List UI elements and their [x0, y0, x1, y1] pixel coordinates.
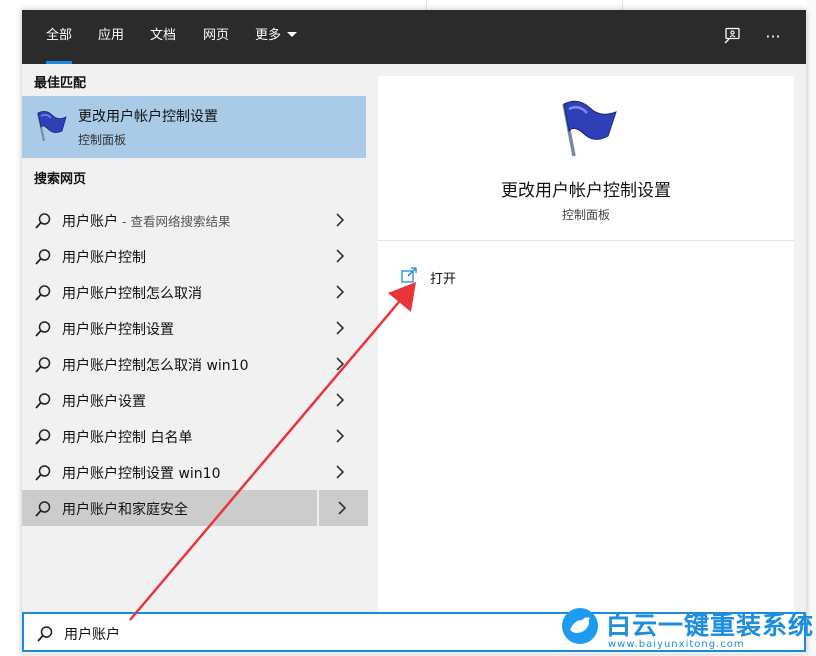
best-match-item[interactable]: 更改用户帐户控制设置 控制面板	[22, 96, 366, 158]
chevron-right-icon	[336, 357, 345, 371]
web-result-label: 用户账户 - 查看网络搜索结果	[62, 211, 230, 231]
web-result-text: 用户账户控制怎么取消	[62, 286, 202, 302]
watermark-text: 白云一键重装系统	[606, 611, 815, 640]
expand-result-button[interactable]	[317, 490, 368, 526]
tab-apps[interactable]: 应用	[98, 10, 124, 64]
start-search-panel: 全部 应用 文档 网页 更多 ··· 最佳匹配 更改用户帐户控制设置 控制面板 …	[22, 10, 806, 654]
web-result-text: 用户账户控制 白名单	[62, 430, 193, 446]
watermark-url: www.baiyunxitong.com	[608, 639, 745, 650]
expand-result-button[interactable]	[317, 418, 366, 454]
best-match-title: 更改用户帐户控制设置	[78, 109, 218, 125]
search-icon	[35, 429, 51, 445]
web-search-heading: 搜索网页	[34, 172, 87, 187]
expand-result-button[interactable]	[317, 238, 366, 274]
chevron-right-icon	[336, 321, 345, 335]
open-icon[interactable]	[400, 266, 418, 284]
feedback-icon[interactable]	[722, 27, 742, 47]
expand-result-button[interactable]	[317, 202, 366, 238]
expand-result-button[interactable]	[317, 454, 366, 490]
web-result-label: 用户账户控制	[62, 247, 146, 267]
web-result-label: 用户账户控制设置	[62, 319, 174, 339]
web-result-item[interactable]: 用户账户控制设置 win10	[22, 454, 366, 490]
flag-icon	[562, 100, 617, 157]
watermark: 白云一键重装系统 www.baiyunxitong.com	[562, 606, 813, 654]
search-icon	[35, 393, 51, 409]
bg-divider	[426, 0, 427, 10]
preview-title: 更改用户帐户控制设置	[501, 181, 671, 201]
search-icon	[37, 626, 53, 642]
chevron-right-icon	[336, 429, 345, 443]
search-icon	[35, 285, 51, 301]
preview-subtitle: 控制面板	[561, 208, 610, 222]
chevron-right-icon	[336, 249, 345, 263]
web-result-item[interactable]: 用户账户控制怎么取消	[22, 274, 366, 310]
search-icon	[35, 213, 51, 229]
flag-icon	[36, 111, 67, 142]
chevron-right-icon	[336, 393, 345, 407]
web-result-item[interactable]: 用户账户控制设置	[22, 310, 366, 346]
web-result-label: 用户账户和家庭安全	[62, 499, 188, 519]
web-result-item[interactable]: 用户账户控制 白名单	[22, 418, 366, 454]
web-result-label: 用户账户控制怎么取消	[62, 283, 202, 303]
web-result-label: 用户账户控制设置 win10	[62, 463, 220, 483]
open-action[interactable]: 打开	[430, 268, 456, 287]
web-result-label: 用户账户控制 白名单	[62, 427, 192, 447]
search-icon	[35, 357, 51, 373]
best-match-heading: 最佳匹配	[34, 76, 87, 91]
web-result-label: 用户账户控制怎么取消 win10	[62, 355, 248, 375]
tab-documents[interactable]: 文档	[150, 10, 176, 64]
web-result-item[interactable]: 用户账户 - 查看网络搜索结果	[22, 202, 366, 238]
web-result-label: 用户账户设置	[62, 391, 146, 411]
web-result-text: 用户账户控制设置	[62, 322, 174, 338]
filter-bar: 全部 应用 文档 网页 更多 ···	[22, 10, 806, 64]
search-icon	[35, 465, 51, 481]
tab-more[interactable]: 更多	[255, 10, 298, 64]
search-icon	[35, 501, 51, 517]
web-result-item[interactable]: 用户账户设置	[22, 382, 366, 418]
tab-all[interactable]: 全部	[46, 10, 73, 64]
web-result-item[interactable]: 用户账户控制	[22, 238, 366, 274]
web-result-text: 用户账户控制怎么取消 win10	[62, 358, 249, 374]
web-result-text: 用户账户控制设置 win10	[62, 466, 221, 482]
web-result-text: 用户账户和家庭安全	[62, 502, 188, 518]
expand-result-button[interactable]	[317, 346, 366, 382]
web-result-text: 用户账户控制	[62, 250, 146, 266]
more-options-icon[interactable]: ···	[763, 27, 783, 47]
background-strip	[806, 0, 816, 656]
chevron-down-icon	[287, 32, 298, 37]
web-result-text: 用户账户	[62, 214, 118, 230]
results-list: 最佳匹配 更改用户帐户控制设置 控制面板 搜索网页 用户账户 - 查看网络搜索结…	[22, 64, 368, 612]
bg-divider	[622, 0, 623, 10]
search-icon	[35, 249, 51, 265]
web-result-item[interactable]: 用户账户和家庭安全	[22, 490, 368, 526]
web-result-hint: - 查看网络搜索结果	[118, 214, 231, 229]
tab-web[interactable]: 网页	[203, 10, 229, 64]
best-match-subtitle: 控制面板	[78, 133, 127, 147]
chevron-right-icon	[338, 501, 347, 515]
preview-divider	[378, 240, 794, 241]
expand-result-button[interactable]	[317, 382, 366, 418]
expand-result-button[interactable]	[317, 310, 366, 346]
chevron-right-icon	[336, 213, 345, 227]
search-icon	[35, 321, 51, 337]
chevron-right-icon	[336, 465, 345, 479]
bird-logo-icon	[562, 608, 598, 644]
preview-pane: 更改用户帐户控制设置 控制面板 打开	[378, 76, 794, 612]
search-input[interactable]	[62, 622, 446, 646]
web-result-text: 用户账户设置	[62, 394, 146, 410]
web-result-item[interactable]: 用户账户控制怎么取消 win10	[22, 346, 366, 382]
expand-result-button[interactable]	[317, 274, 366, 310]
chevron-right-icon	[336, 285, 345, 299]
